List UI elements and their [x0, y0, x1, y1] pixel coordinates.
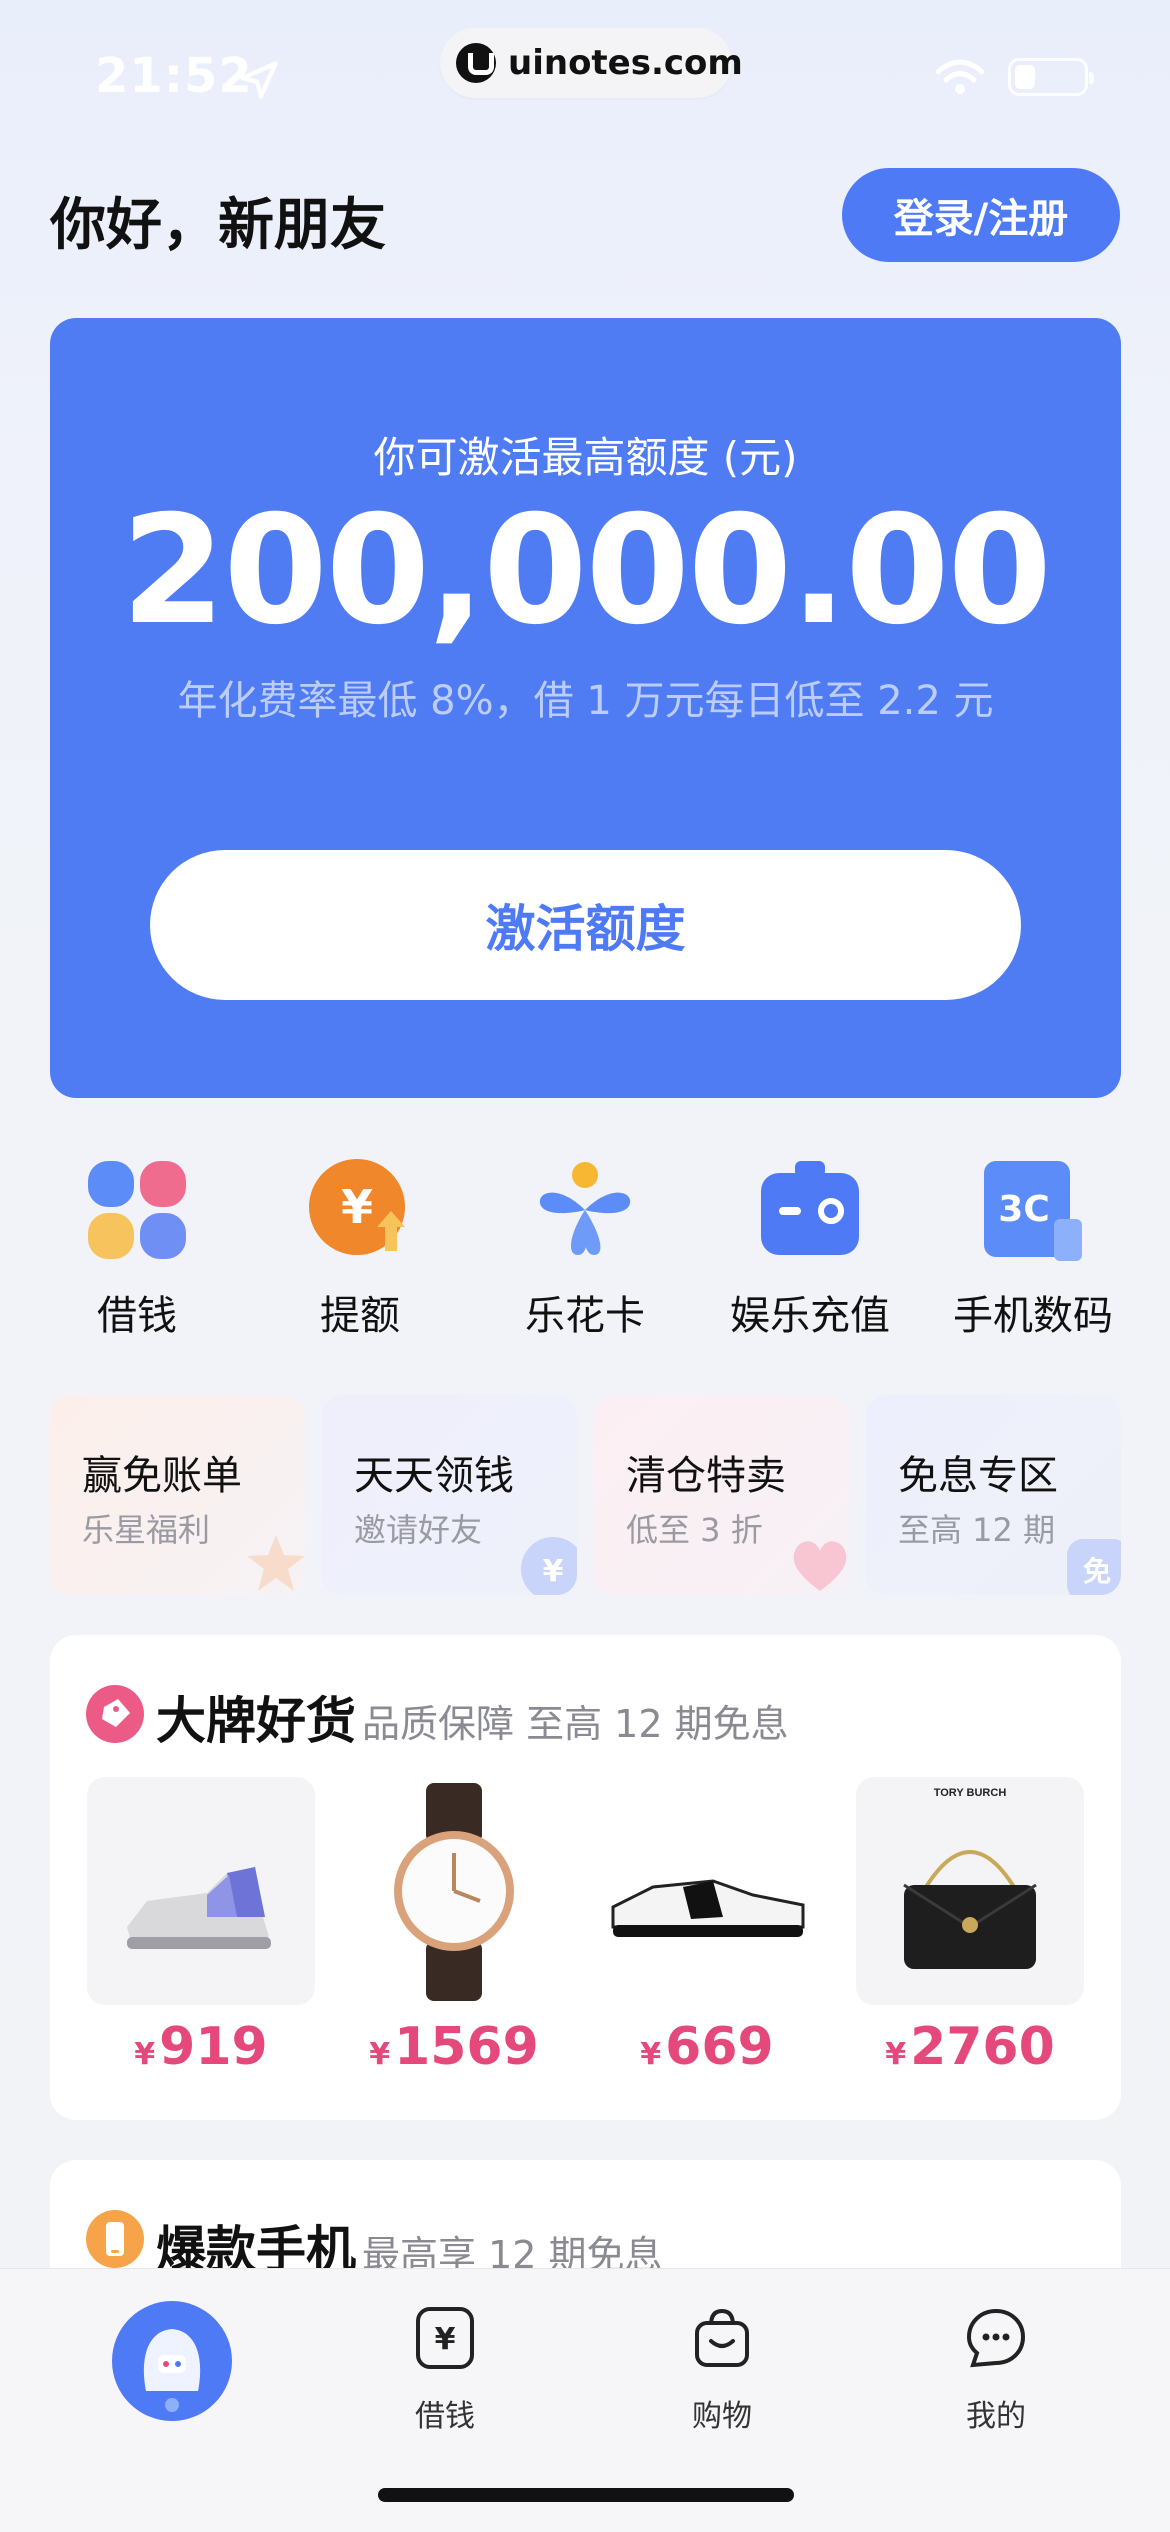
tab-shopping[interactable]: 购物 — [652, 2299, 792, 2449]
handbag-icon: TORY BURCH — [856, 1777, 1084, 2005]
section-title: 大牌好货 — [156, 1692, 356, 1750]
activate-quota-button[interactable]: 激活额度 — [150, 850, 1021, 1000]
quick-item-lehua-card[interactable]: 乐花卡 — [485, 1145, 685, 1345]
flower-card-icon — [539, 1162, 631, 1255]
heart-icon — [793, 1541, 847, 1591]
product-card[interactable]: ¥669 — [593, 1777, 821, 2077]
promo-title: 天天领钱 — [354, 1453, 514, 1499]
brand-goods-card: 大牌好货 品质保障 至高 12 期免息 ¥919 ¥1569 ¥669 TORY… — [50, 1635, 1121, 2120]
star-icon — [247, 1535, 305, 1591]
quick-item-label: 借钱 — [97, 1293, 177, 1339]
free-badge-icon: 免 — [1067, 1539, 1121, 1595]
site-logo-icon — [456, 43, 496, 83]
promo-sub: 邀请好友 — [354, 1511, 483, 1549]
quick-item-digital[interactable]: 3C 手机数码 — [933, 1145, 1133, 1345]
promo-row: 赢免账单 乐星福利 天天领钱 邀请好友 ¥ 清仓特卖 低至 3 折 免息专区 至… — [50, 1395, 1121, 1595]
product-price: ¥2760 — [885, 2017, 1055, 2077]
quick-item-entertainment[interactable]: 娱乐充值 — [710, 1145, 910, 1345]
product-price: ¥1569 — [369, 2017, 539, 2077]
phone-icon — [86, 2210, 144, 2268]
svg-text:免: 免 — [1083, 1555, 1111, 1588]
quick-item-label: 乐花卡 — [525, 1293, 645, 1339]
product-price: ¥669 — [640, 2017, 774, 2077]
svg-text:¥: ¥ — [435, 2322, 456, 2357]
status-time: 21:52 — [95, 48, 253, 104]
product-card[interactable]: TORY BURCH ¥2760 — [856, 1777, 1084, 2077]
ticket-icon — [761, 1161, 859, 1255]
promo-sub: 乐星福利 — [82, 1511, 211, 1549]
promo-sub: 至高 12 期 — [898, 1511, 1056, 1549]
clover-icon — [88, 1161, 186, 1259]
quick-item-borrow[interactable]: 借钱 — [37, 1145, 237, 1345]
yen-up-icon: ¥ — [309, 1159, 405, 1255]
login-register-button[interactable]: 登录/注册 — [842, 168, 1120, 262]
chat-face-icon — [966, 2308, 1026, 2368]
quick-entry-row: 借钱 ¥ 提额 乐花卡 娱乐充值 3C 手机数码 — [0, 1145, 1170, 1345]
mascot-icon — [143, 2329, 201, 2412]
svg-text:¥: ¥ — [341, 1180, 373, 1234]
promo-title: 赢免账单 — [82, 1453, 242, 1499]
quick-item-label: 手机数码 — [953, 1293, 1113, 1339]
svg-text:¥: ¥ — [543, 1554, 564, 1589]
tab-label: 购物 — [692, 2399, 752, 2434]
tab-label: 我的 — [966, 2399, 1026, 2434]
quota-card: 你可激活最高额度 (元) 200,000.00 年化费率最低 8%，借 1 万元… — [50, 318, 1121, 1098]
location-arrow-icon — [240, 61, 278, 99]
promo-sub: 低至 3 折 — [626, 1511, 763, 1549]
product-price: ¥919 — [134, 2017, 268, 2077]
section-subtitle: 品质保障 至高 12 期免息 — [362, 1702, 789, 1746]
sneaker-icon — [87, 1777, 315, 2005]
quota-amount: 200,000.00 — [121, 484, 1052, 658]
quick-item-label: 提额 — [320, 1293, 400, 1339]
promo-title: 清仓特卖 — [626, 1453, 786, 1499]
bag-icon — [695, 2308, 749, 2367]
home-indicator — [378, 2488, 794, 2502]
promo-tile-interest-free[interactable]: 免息专区 至高 12 期 免 — [866, 1395, 1121, 1595]
battery-icon — [1008, 58, 1094, 96]
quick-item-label: 娱乐充值 — [730, 1293, 890, 1339]
wifi-icon — [935, 59, 985, 94]
promo-tile-daily-cash[interactable]: 天天领钱 邀请好友 ¥ — [322, 1395, 577, 1595]
tab-borrow[interactable]: ¥ 借钱 — [375, 2299, 515, 2449]
status-bar: 21:52 uinotes.com — [0, 0, 1170, 150]
watch-icon — [340, 1777, 568, 2005]
brand-logo-text: TORY BURCH — [933, 1787, 1007, 1799]
quota-rate-desc: 年化费率最低 8%，借 1 万元每日低至 2.2 元 — [177, 678, 994, 724]
promo-title: 免息专区 — [898, 1453, 1058, 1499]
screen: 21:52 uinotes.com 你好，新朋友 登录/注册 你可激活最高额度 … — [0, 0, 1170, 2532]
tab-mine[interactable]: 我的 — [926, 2299, 1066, 2449]
greeting-title: 你好，新朋友 — [50, 193, 386, 258]
tab-home[interactable] — [112, 2301, 232, 2421]
product-card[interactable]: ¥1569 — [340, 1777, 568, 2077]
product-card[interactable]: ¥919 — [87, 1777, 315, 2077]
tab-label: 借钱 — [415, 2399, 475, 2434]
yen-doc-icon: ¥ — [416, 2307, 474, 2369]
shoe-icon — [593, 1777, 821, 2005]
3c-icon: 3C — [984, 1161, 1082, 1261]
svg-text:3C: 3C — [998, 1189, 1049, 1230]
quick-item-raise-limit[interactable]: ¥ 提额 — [260, 1145, 460, 1345]
url-text: uinotes.com — [508, 43, 743, 83]
quota-label: 你可激活最高额度 (元) — [373, 433, 798, 482]
promo-tile-clearance[interactable]: 清仓特卖 低至 3 折 — [594, 1395, 849, 1595]
url-pill[interactable]: uinotes.com — [440, 28, 743, 98]
yen-coin-icon: ¥ — [521, 1537, 577, 1595]
promo-tile-free-bill[interactable]: 赢免账单 乐星福利 — [50, 1395, 305, 1595]
tag-icon — [86, 1685, 144, 1743]
